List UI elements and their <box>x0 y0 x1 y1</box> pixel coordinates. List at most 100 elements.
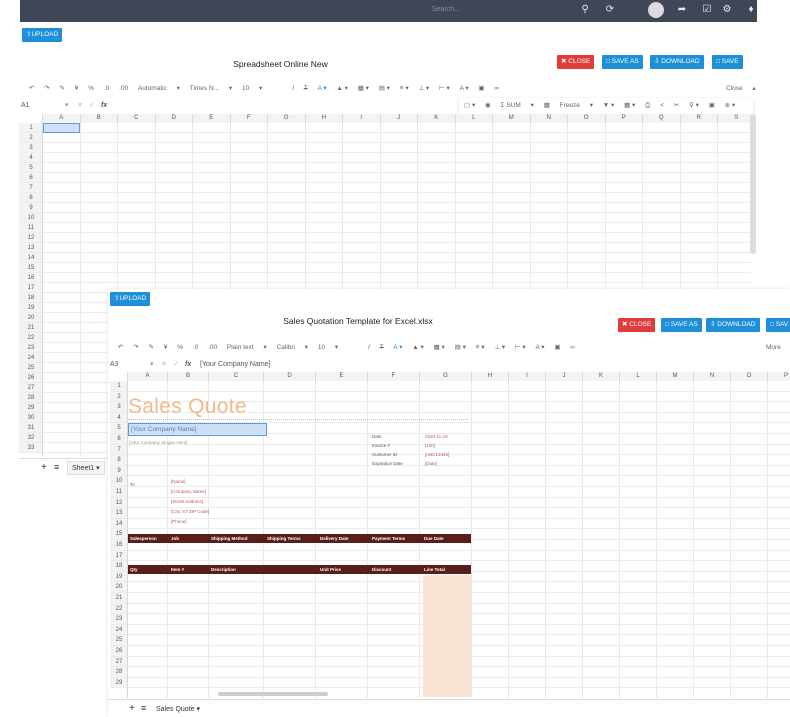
screenshot-icon[interactable]: ▣ <box>709 98 715 114</box>
redo-icon[interactable]: ↷ <box>133 340 138 356</box>
cell-ref-dropdown-icon[interactable]: ▾ <box>65 100 69 112</box>
column-header[interactable]: E <box>316 372 368 381</box>
horizontal-scrollbar[interactable] <box>218 692 328 696</box>
column-header[interactable]: I <box>343 114 381 123</box>
column-header[interactable]: A <box>43 114 81 123</box>
number-format-dropdown[interactable]: Automatic ▾ <box>138 81 180 97</box>
font-dropdown[interactable]: Calibri ▾ <box>277 340 309 356</box>
paint-format-icon[interactable]: ✎ <box>149 340 154 356</box>
sum-dropdown[interactable]: Σ SUM ▾ <box>501 98 534 114</box>
column-header[interactable]: J <box>380 114 418 123</box>
link-icon[interactable]: ∞ <box>494 81 499 97</box>
align-left-icon[interactable]: ≡ ▾ <box>400 81 409 97</box>
text-color-icon[interactable]: A ▾ <box>318 81 327 97</box>
fill-color-icon[interactable]: ▲ ▾ <box>336 81 348 97</box>
column-header[interactable]: D <box>264 372 316 381</box>
share-icon[interactable]: ➦ <box>675 3 689 17</box>
save-as-button[interactable]: □ SAVE AS <box>602 55 643 69</box>
cell-reference[interactable]: A3 <box>110 361 119 368</box>
column-header[interactable]: R <box>680 114 718 123</box>
column-header[interactable]: L <box>455 114 493 123</box>
column-header[interactable]: J <box>546 372 583 381</box>
freeze-dropdown[interactable]: Freeze ▾ <box>560 98 593 114</box>
vertical-scrollbar[interactable] <box>750 114 756 254</box>
strikethrough-icon[interactable]: T <box>380 340 384 356</box>
borders-icon[interactable]: ▦ ▾ <box>434 340 445 356</box>
avatar[interactable] <box>648 2 664 18</box>
column-header[interactable]: E <box>193 114 231 123</box>
text-wrap-icon[interactable]: ⊢ ▾ <box>515 340 526 356</box>
formula-input[interactable]: [Your Company Name] <box>200 359 271 371</box>
search-input[interactable]: Search... <box>420 3 580 17</box>
column-header[interactable]: N <box>694 372 731 381</box>
share-icon[interactable]: < <box>660 98 664 114</box>
merge-icon[interactable]: ▤ ▾ <box>379 81 390 97</box>
sheet-list-icon[interactable]: ≡ <box>141 703 146 713</box>
column-header[interactable]: P <box>768 372 790 381</box>
decimal-increase-icon[interactable]: .00 <box>119 81 128 97</box>
save-button[interactable]: □ SAV <box>766 318 790 332</box>
cancel-icon[interactable]: ✕ <box>77 100 83 112</box>
check-icon[interactable]: ☑ <box>700 3 714 17</box>
align-vertical-icon[interactable]: ⊥ ▾ <box>494 340 505 356</box>
undo-icon[interactable]: ↶ <box>118 340 123 356</box>
strikethrough-icon[interactable]: T <box>304 81 308 97</box>
borders-icon[interactable]: ▦ ▾ <box>358 81 369 97</box>
more-dropdown[interactable]: More ▾ <box>766 340 790 356</box>
column-header[interactable]: M <box>493 114 531 123</box>
close-dropdown[interactable]: Close ▴ <box>726 81 756 97</box>
comment-icon[interactable]: ▢ ▾ <box>464 98 475 114</box>
column-header[interactable]: B <box>80 114 118 123</box>
redo-icon[interactable]: ↷ <box>44 81 49 97</box>
save-as-button[interactable]: □ SAVE AS <box>661 318 702 332</box>
cell-reference[interactable]: A1 <box>21 102 30 109</box>
upload-button[interactable]: ⇧UPLOAD <box>110 292 151 306</box>
column-header[interactable]: H <box>305 114 343 123</box>
column-header[interactable]: K <box>418 114 456 123</box>
column-header[interactable]: H <box>472 372 509 381</box>
text-wrap-icon[interactable]: ⊢ ▾ <box>439 81 450 97</box>
column-header[interactable]: F <box>230 114 268 123</box>
image-icon[interactable]: ▣ <box>478 81 484 97</box>
column-header[interactable]: G <box>420 372 472 381</box>
italic-icon[interactable]: I <box>368 340 370 356</box>
text-color-icon[interactable]: A ▾ <box>393 340 402 356</box>
percent-icon[interactable]: % <box>88 81 94 97</box>
download-button[interactable]: ⇩ DOWNLOAD <box>706 318 760 332</box>
column-header[interactable]: B <box>168 372 209 381</box>
fill-color-icon[interactable]: ▲ ▾ <box>412 340 424 356</box>
filter-icon[interactable]: ▼ ▾ <box>603 98 615 114</box>
confirm-icon[interactable]: ✓ <box>173 359 179 371</box>
number-format-dropdown[interactable]: Plain text ▾ <box>227 340 267 356</box>
decimal-decrease-icon[interactable]: .0 <box>104 81 109 97</box>
save-button[interactable]: □ SAVE <box>712 55 743 69</box>
chart-icon[interactable]: ◉ <box>485 98 491 114</box>
search-icon[interactable]: ⚲ <box>578 3 592 17</box>
settings-icon[interactable]: ⚙ <box>720 3 734 17</box>
download-button[interactable]: ⇩ DOWNLOAD <box>650 55 704 69</box>
find-icon[interactable]: ⚲ ▾ <box>689 98 699 114</box>
undo-icon[interactable]: ↶ <box>29 81 34 97</box>
refresh-icon[interactable]: ⟳ <box>603 3 617 17</box>
sheet-tab[interactable]: Sheet1 ▾ <box>67 461 105 475</box>
align-vertical-icon[interactable]: ⊥ ▾ <box>418 81 429 97</box>
link-icon[interactable]: ∞ <box>570 340 575 356</box>
column-header[interactable]: S <box>718 114 751 123</box>
decimal-increase-icon[interactable]: .00 <box>208 340 217 356</box>
spreadsheet-grid[interactable]: A B C D E F G H I J K L M N O P 1 2 3 4 5 6 7 8 9 10 11 12 13 14 15 16 1… <box>110 372 790 698</box>
column-header[interactable]: C <box>209 372 264 381</box>
cancel-icon[interactable]: ✕ <box>161 359 167 371</box>
percent-icon[interactable]: % <box>177 340 183 356</box>
image-icon[interactable]: ▣ <box>554 340 560 356</box>
text-rotate-icon[interactable]: A ▾ <box>535 340 544 356</box>
column-header[interactable]: G <box>268 114 306 123</box>
column-header[interactable]: C <box>118 114 156 123</box>
column-header[interactable]: N <box>530 114 568 123</box>
text-rotate-icon[interactable]: A ▾ <box>460 81 469 97</box>
font-size-dropdown[interactable]: 10 ▾ <box>318 340 338 356</box>
italic-icon[interactable]: I <box>292 81 294 97</box>
more-icon[interactable]: ⊕ ▾ <box>725 98 736 114</box>
column-header[interactable]: O <box>568 114 606 123</box>
column-header[interactable]: A <box>128 372 168 381</box>
column-header[interactable]: I <box>509 372 546 381</box>
